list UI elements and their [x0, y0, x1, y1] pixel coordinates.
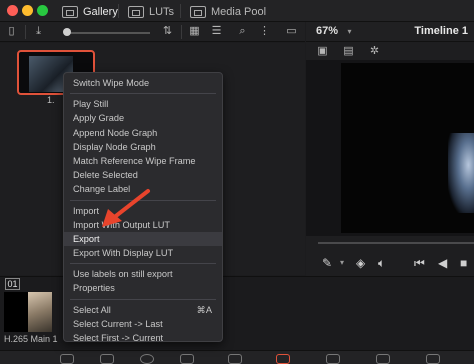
- page-navigation-bar: [0, 350, 474, 364]
- tab-media-pool-label: Media Pool: [211, 5, 267, 18]
- tab-media-pool[interactable]: Media Pool: [184, 3, 272, 20]
- menu-item-delete-selected[interactable]: Delete Selected: [64, 168, 222, 182]
- menu-separator: [70, 263, 216, 265]
- viewer-toolbar: 67% ▾ Timeline 1: [306, 22, 474, 42]
- scrubber[interactable]: [306, 236, 474, 250]
- page-icon[interactable]: [326, 354, 340, 364]
- media-pool-icon: [190, 5, 206, 18]
- viewer-image: [448, 133, 474, 213]
- chevron-down-icon[interactable]: ▾: [340, 256, 344, 270]
- menu-separator: [70, 93, 216, 95]
- annotation-arrow-icon: [102, 189, 150, 227]
- menu-item-play-still[interactable]: Play Still: [64, 97, 222, 111]
- sort-icon[interactable]: ⇅: [161, 25, 174, 38]
- sidebar-toggle-icon[interactable]: ▯: [5, 25, 18, 38]
- grid-view-icon[interactable]: ▦: [188, 25, 201, 38]
- viewer-tools: ▣ ▤ ✲: [306, 42, 474, 60]
- minimize-window-button[interactable]: [22, 5, 33, 16]
- search-icon[interactable]: ⌕: [236, 25, 249, 38]
- tab-gallery[interactable]: Gallery: [56, 3, 124, 20]
- list-view-icon[interactable]: ☰: [210, 25, 223, 38]
- menu-separator: [70, 298, 216, 300]
- luts-icon: [128, 5, 144, 18]
- menu-item-export-with-display-lut[interactable]: Export With Display LUT: [64, 246, 222, 260]
- layers-icon[interactable]: ◈: [356, 256, 365, 270]
- menu-item-label: Apply Grade: [73, 113, 125, 124]
- shortcut-label: ⌘A: [196, 304, 212, 315]
- download-icon[interactable]: ⤓: [32, 25, 45, 38]
- clip-label: H.265 Main 1: [4, 334, 58, 344]
- toolbar-divider: [25, 25, 26, 39]
- menu-item-select-current-to-last[interactable]: Select Current -> Last: [64, 317, 222, 331]
- page-icon[interactable]: [376, 354, 390, 364]
- clip-image: [28, 292, 52, 332]
- menu-item-properties[interactable]: Properties: [64, 281, 222, 295]
- page-icon[interactable]: [426, 354, 440, 364]
- menu-item-match-reference-wipe-frame[interactable]: Match Reference Wipe Frame: [64, 154, 222, 168]
- eyedropper-icon[interactable]: ✎: [322, 256, 332, 270]
- play-reverse-icon[interactable]: ◀: [438, 256, 447, 270]
- menu-item-select-first-to-current[interactable]: Select First -> Current: [64, 331, 222, 345]
- scrubber-track[interactable]: [318, 242, 474, 244]
- menu-item-label: Display Node Graph: [73, 141, 156, 152]
- transport-controls: ✎ ▾ ◈ 🔈︎ ⏮︎ ◀ ■: [306, 250, 474, 276]
- menu-item-label: Import: [73, 205, 100, 216]
- top-bar: Gallery LUTs Media Pool: [0, 0, 474, 22]
- page-icon[interactable]: [228, 354, 242, 364]
- slider-handle[interactable]: [63, 28, 71, 36]
- tab-divider: [180, 4, 181, 18]
- viewer: [306, 60, 474, 236]
- split-screen-icon[interactable]: ▤: [342, 45, 355, 58]
- menu-item-label: Export: [73, 233, 100, 244]
- page-icon[interactable]: [60, 354, 74, 364]
- jump-to-start-icon[interactable]: ⏮︎: [414, 256, 425, 270]
- menu-item-label: Export With Display LUT: [73, 248, 174, 259]
- zoom-level[interactable]: 67%: [316, 25, 338, 37]
- gallery-toolbar: ▯ ⤓ ⇅ ▦ ☰ ⌕ ⋮ ▭: [0, 22, 305, 42]
- maximize-window-button[interactable]: [37, 5, 48, 16]
- volume-icon[interactable]: 🔈︎: [378, 256, 385, 270]
- tab-gallery-label: Gallery: [83, 5, 118, 18]
- panel-layout-icon[interactable]: ▭: [285, 25, 298, 38]
- close-window-button[interactable]: [7, 5, 18, 16]
- tab-divider: [118, 4, 119, 18]
- more-options-icon[interactable]: ⋮: [258, 25, 271, 38]
- menu-item-export[interactable]: Export: [64, 231, 222, 247]
- tab-luts-label: LUTs: [149, 5, 175, 18]
- menu-item-use-labels-on-still-export[interactable]: Use labels on still export: [64, 267, 222, 281]
- menu-item-select-all[interactable]: Select All ⌘A: [64, 303, 222, 317]
- menu-item-label: Match Reference Wipe Frame: [73, 155, 196, 166]
- menu-item-display-node-graph[interactable]: Display Node Graph: [64, 140, 222, 154]
- color-page-icon[interactable]: [276, 354, 290, 364]
- toolbar-divider: [181, 25, 182, 39]
- chevron-down-icon[interactable]: ▾: [343, 25, 356, 38]
- page-icon[interactable]: [180, 354, 194, 364]
- menu-item-label: Select Current -> Last: [73, 318, 163, 329]
- stop-icon[interactable]: ■: [460, 256, 467, 270]
- menu-item-label: Play Still: [73, 99, 109, 110]
- viewer-frame: [341, 63, 474, 233]
- menu-item-append-node-graph[interactable]: Append Node Graph: [64, 126, 222, 140]
- menu-item-label: Properties: [73, 283, 115, 294]
- timeline-title[interactable]: Timeline 1: [414, 25, 468, 37]
- menu-item-switch-wipe-mode[interactable]: Switch Wipe Mode: [64, 76, 222, 90]
- page-icon[interactable]: [100, 354, 114, 364]
- highlight-icon[interactable]: ▣: [316, 45, 329, 58]
- menu-item-label: Append Node Graph: [73, 127, 158, 138]
- still-label: 1.: [47, 95, 55, 105]
- menu-item-label: Switch Wipe Mode: [73, 78, 150, 88]
- clip-number: 01: [5, 278, 20, 290]
- menu-item-label: Select First -> Current: [73, 333, 164, 343]
- page-icon[interactable]: [140, 354, 154, 364]
- menu-item-label: Select All: [73, 304, 111, 315]
- thumbnail-size-slider[interactable]: [70, 32, 150, 34]
- clip-thumbnail[interactable]: [4, 292, 52, 332]
- magic-wand-icon[interactable]: ✲: [368, 45, 381, 58]
- menu-item-label: Delete Selected: [73, 170, 138, 181]
- tab-luts[interactable]: LUTs: [122, 3, 180, 20]
- menu-item-apply-grade[interactable]: Apply Grade: [64, 111, 222, 125]
- gallery-icon: [62, 5, 78, 18]
- menu-item-label: Use labels on still export: [73, 269, 173, 280]
